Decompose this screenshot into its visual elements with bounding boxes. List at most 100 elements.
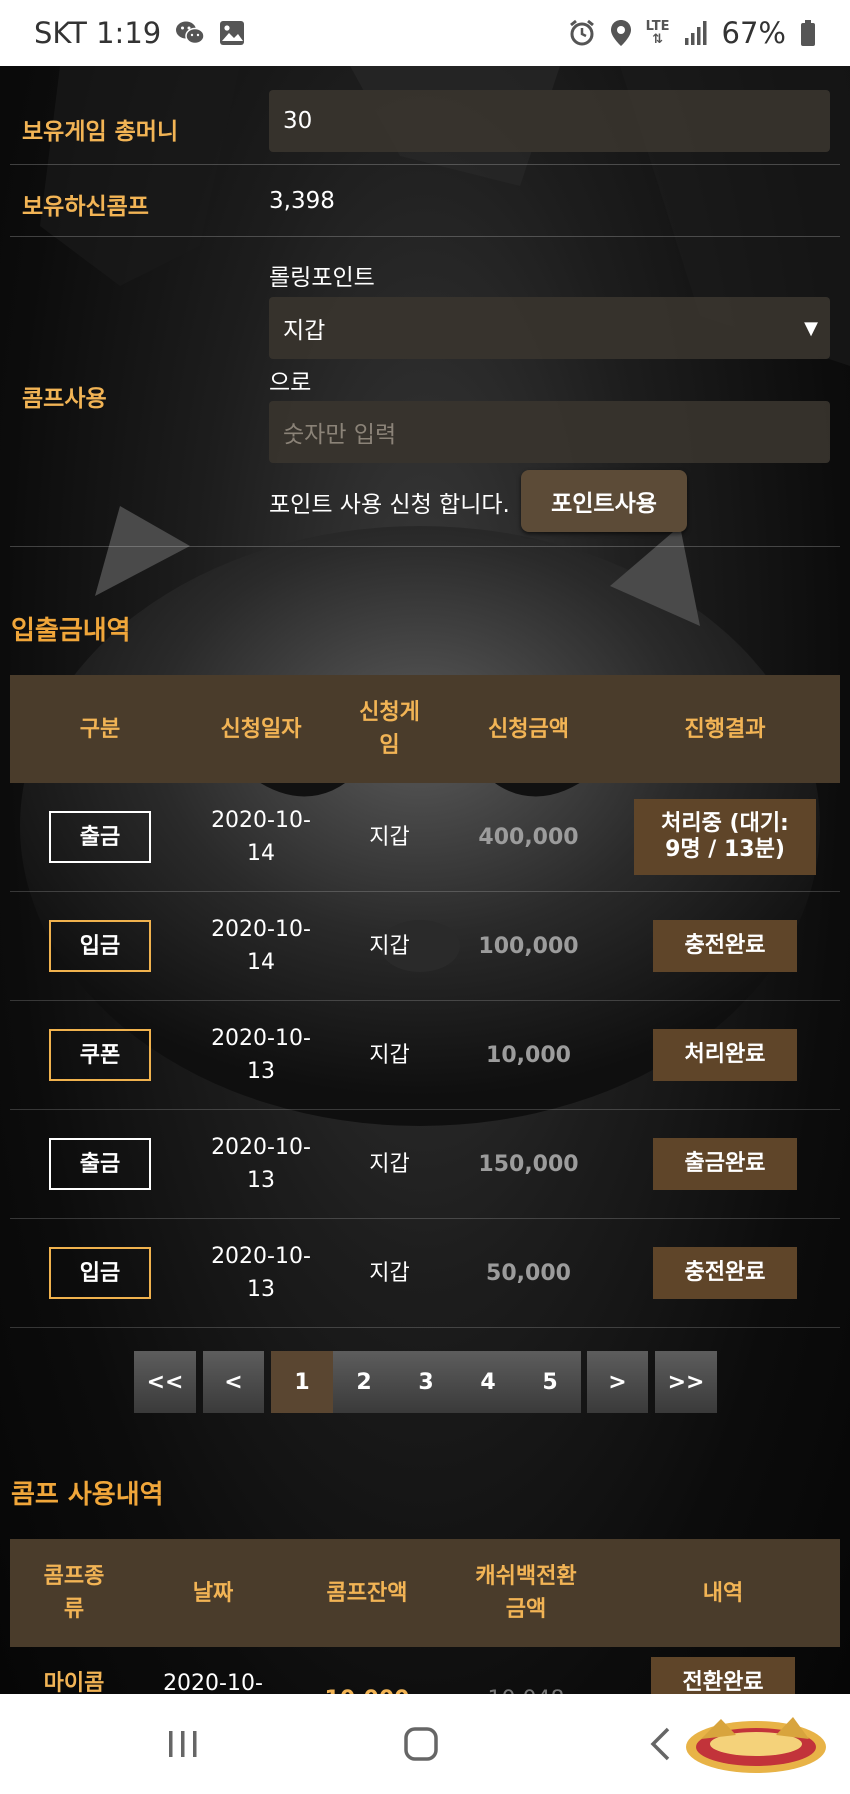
comp-balance-cell: 10,000 — [288, 1645, 446, 1695]
type-badge: 입금 — [49, 1247, 151, 1299]
deposit-table-row: 출금 2020-10- 14 지갑 400,000 처리중 (대기: 9명 / 13분) — [10, 783, 840, 892]
amount-cell: 150,000 — [478, 1151, 579, 1177]
type-cell: 쿠폰 — [10, 1001, 190, 1109]
comp-detail-button[interactable]: 전환완료 — [651, 1657, 795, 1694]
floating-logo-image — [676, 1694, 836, 1794]
result-cell: 충전완료 — [610, 1219, 840, 1327]
page-next-button[interactable]: > — [587, 1351, 648, 1413]
game-money-label: 보유게임 총머니 — [22, 119, 179, 145]
back-icon — [650, 1727, 670, 1761]
type-cell: 입금 — [10, 1219, 190, 1327]
col-comp-balance: 콤프잔액 — [326, 1580, 408, 1606]
page-button-1[interactable]: 1 — [271, 1351, 333, 1413]
status-bar: SKT 1:19 LTE ⇅ 67% — [0, 0, 850, 66]
type-cell: 출금 — [10, 1110, 190, 1218]
col-amount: 신청금액 — [488, 716, 569, 742]
comp-use-label: 콤프사용 — [22, 386, 107, 412]
deposit-table-row: 출금 2020-10- 13 지갑 150,000 출금완료 — [10, 1110, 840, 1219]
carrier-time: SKT 1:19 — [34, 16, 162, 50]
amount-cell: 400,000 — [478, 824, 579, 850]
alarm-icon — [568, 19, 596, 47]
home-icon — [404, 1727, 438, 1761]
signal-icon — [684, 20, 708, 46]
wallet-select[interactable]: 지갑 ▼ — [269, 297, 830, 359]
lte-icon: LTE ⇅ — [646, 20, 670, 46]
location-icon — [610, 19, 632, 47]
col-cashback: 캐쉬백전환 금액 — [475, 1564, 577, 1622]
battery-icon — [800, 19, 816, 47]
page-prev-button[interactable]: < — [203, 1351, 264, 1413]
result-cell: 처리중 (대기: 9명 / 13분) — [610, 783, 840, 891]
status-right: LTE ⇅ 67% — [568, 16, 816, 50]
amount-cell: 100,000 — [478, 933, 579, 959]
game-cell: 지갑 — [369, 1042, 410, 1068]
amount-cell: 50,000 — [486, 1260, 571, 1286]
amount-input[interactable]: 숫자만 입력 — [269, 401, 830, 463]
amount-cell: 10,000 — [486, 1042, 571, 1068]
game-money-row: 보유게임 총머니 30 — [10, 80, 840, 165]
game-money-field: 30 — [269, 90, 830, 152]
comp-table-row: 마이콤 2020-10- 10,000 10,048 전환완료 — [10, 1647, 840, 1694]
page-button-5[interactable]: 5 — [519, 1351, 581, 1413]
gallery-icon — [219, 20, 245, 46]
page-button-2[interactable]: 2 — [333, 1351, 395, 1413]
page-button-3[interactable]: 3 — [395, 1351, 457, 1413]
date-cell: 2020-10- 13 — [211, 1135, 311, 1193]
col-type: 구분 — [79, 716, 121, 742]
result-button[interactable]: 출금완료 — [653, 1138, 797, 1190]
pagination: << < 1 2 3 4 5 > >> — [0, 1351, 850, 1413]
deposit-table-row: 입금 2020-10- 14 지갑 100,000 충전완료 — [10, 892, 840, 1001]
deposit-history-title: 입출금내역 — [11, 616, 131, 646]
date-cell: 2020-10- 13 — [211, 1244, 311, 1302]
page-first-button[interactable]: << — [134, 1351, 196, 1413]
page-content[interactable]: 보유게임 총머니 30 보유하신콤프 3,398 콤프사용 롤링포인트 지갑 ▼… — [0, 66, 850, 1694]
wallet-select-value: 지갑 — [283, 318, 326, 344]
type-badge: 쿠폰 — [49, 1029, 151, 1081]
comp-use-row: 콤프사용 롤링포인트 지갑 ▼ 으로 숫자만 입력 포인트 사용 신청 합니다.… — [10, 237, 840, 547]
system-nav-bar — [0, 1694, 850, 1794]
comp-history-title: 콤프 사용내역 — [11, 1480, 164, 1510]
to-text: 으로 — [269, 370, 312, 396]
comp-type-cell: 마이콤 — [43, 1670, 105, 1695]
result-button[interactable]: 충전완료 — [653, 920, 797, 972]
dropdown-arrow-icon: ▼ — [804, 317, 818, 339]
type-badge: 출금 — [49, 1138, 151, 1190]
site-logo-icon — [686, 1717, 826, 1773]
recent-apps-button[interactable] — [150, 1694, 216, 1794]
use-point-button[interactable]: 포인트사용 — [521, 470, 687, 532]
col-result: 진행결과 — [684, 716, 766, 742]
result-button[interactable]: 처리완료 — [653, 1029, 797, 1081]
battery-percent: 67% — [721, 16, 786, 50]
date-cell: 2020-10- 14 — [211, 917, 311, 975]
result-button[interactable]: 처리중 (대기: 9명 / 13분) — [634, 799, 816, 875]
amount-placeholder: 숫자만 입력 — [283, 422, 397, 448]
result-cell: 출금완료 — [610, 1110, 840, 1218]
comp-row: 보유하신콤프 3,398 — [10, 165, 840, 237]
page-last-button[interactable]: >> — [655, 1351, 717, 1413]
comp-date-cell: 2020-10- — [163, 1670, 263, 1695]
comp-label: 보유하신콤프 — [22, 194, 149, 220]
home-button[interactable] — [388, 1694, 454, 1794]
deposit-table-row: 입금 2020-10- 13 지갑 50,000 충전완료 — [10, 1219, 840, 1328]
col-game: 신청게 임 — [359, 700, 420, 758]
result-button[interactable]: 충전완료 — [653, 1247, 797, 1299]
recent-apps-icon — [169, 1731, 197, 1757]
result-cell: 처리완료 — [610, 1001, 840, 1109]
game-cell: 지갑 — [369, 933, 410, 959]
lte-arrows-icon: ⇅ — [652, 32, 664, 47]
deposit-table-row: 쿠폰 2020-10- 13 지갑 10,000 처리완료 — [10, 1001, 840, 1110]
type-cell: 입금 — [10, 892, 190, 1000]
date-cell: 2020-10- 14 — [211, 808, 311, 866]
page-button-4[interactable]: 4 — [457, 1351, 519, 1413]
rolling-point-label: 롤링포인트 — [269, 265, 375, 291]
apply-text: 포인트 사용 신청 합니다. — [269, 492, 510, 518]
type-cell: 출금 — [10, 783, 190, 891]
comp-value: 3,398 — [269, 188, 335, 214]
type-badge: 출금 — [49, 811, 151, 863]
date-cell: 2020-10- 13 — [211, 1026, 311, 1084]
wechat-icon — [175, 20, 205, 46]
deposit-table-header: 구분 신청일자 신청게 임 신청금액 진행결과 — [10, 675, 840, 783]
result-cell: 충전완료 — [610, 892, 840, 1000]
status-left: SKT 1:19 — [34, 16, 245, 50]
type-badge: 입금 — [49, 920, 151, 972]
